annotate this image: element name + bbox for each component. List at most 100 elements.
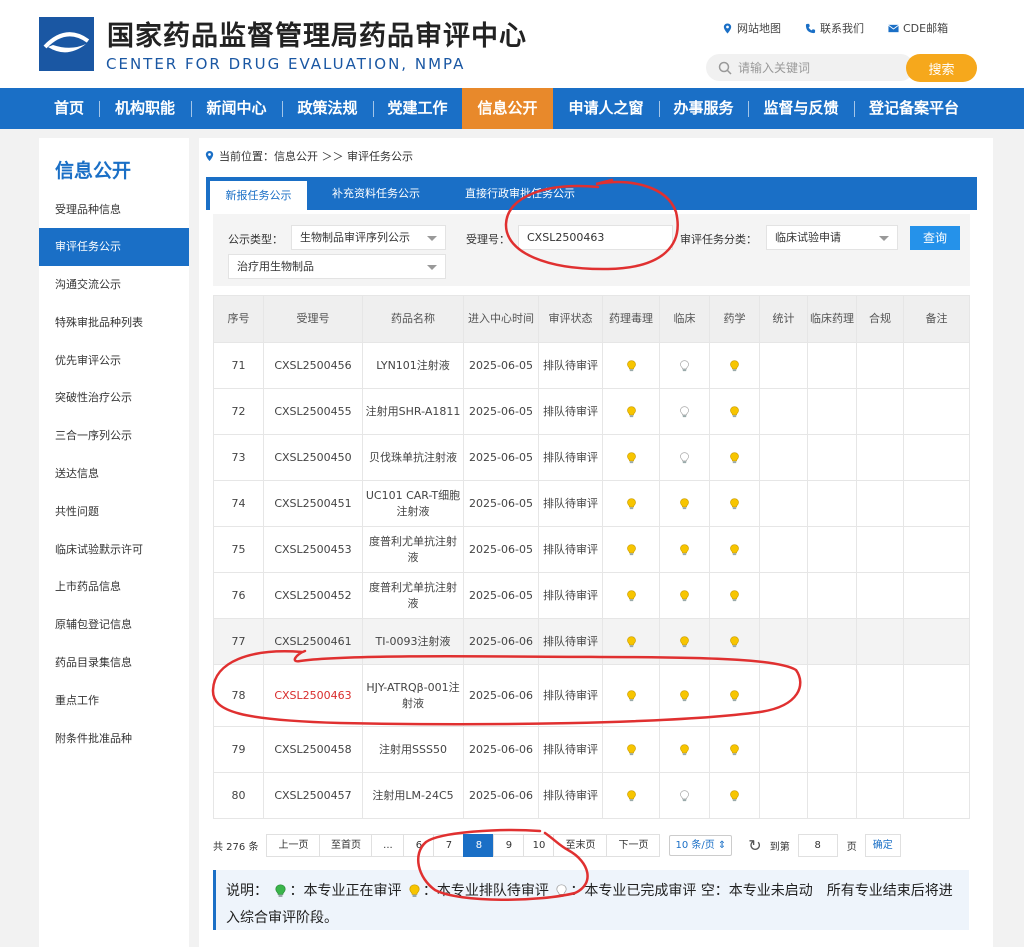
category-select[interactable]: 临床试验申请 [766, 225, 898, 250]
yellow-bulb-icon [626, 543, 636, 555]
sidebar-item-conditional-approval[interactable]: 附条件批准品种 [39, 720, 189, 758]
row-statistics [759, 388, 808, 435]
row-pharmacy [709, 572, 760, 619]
sidebar-item-delivery[interactable]: 送达信息 [39, 455, 189, 493]
row-clinical [659, 618, 710, 665]
nav-registration[interactable]: 登记备案平台 [854, 88, 974, 129]
contact-link[interactable]: 联系我们 [805, 20, 864, 36]
sidebar-item-marketed-drugs[interactable]: 上市药品信息 [39, 568, 189, 606]
cde-mail-link[interactable]: CDE邮箱 [888, 20, 948, 36]
row-pharmacy [709, 342, 760, 389]
row-compliance [856, 772, 904, 819]
page-8-button[interactable]: 8 [463, 834, 495, 857]
page-10-button[interactable]: 10 [523, 834, 555, 857]
sidebar-item-common-issues[interactable]: 共性问题 [39, 493, 189, 531]
table-row[interactable]: 72 CXSL2500455 注射用SHR-A1811 2025-06-05 排队待审评 [213, 388, 970, 435]
row-accept-no: CXSL2500456 [263, 342, 363, 389]
page-6-button[interactable]: 6 [403, 834, 435, 857]
search-icon [718, 61, 732, 75]
sidebar-item-implied-permission[interactable]: 临床试验默示许可 [39, 531, 189, 569]
breadcrumb: 当前位置：信息公开 ＞＞ 审评任务公示 [204, 148, 413, 164]
type-select[interactable]: 生物制品审评序列公示 [291, 225, 446, 250]
type-select-value: 生物制品审评序列公示 [300, 231, 410, 244]
table-row[interactable]: 79 CXSL2500458 注射用SSS50 2025-06-06 排队待审评 [213, 726, 970, 773]
sidebar-item-breakthrough[interactable]: 突破性治疗公示 [39, 379, 189, 417]
table-row[interactable]: 77 CXSL2500461 TI-0093注射液 2025-06-06 排队待审评 [213, 618, 970, 665]
page-9-button[interactable]: 9 [493, 834, 525, 857]
yellow-bulb-icon [730, 497, 739, 509]
nav-home[interactable]: 首页 [39, 88, 99, 129]
sidebar-item-special-approval[interactable]: 特殊审批品种列表 [39, 304, 189, 342]
nav-policy[interactable]: 政策法规 [282, 88, 373, 129]
sidebar: 信息公开 受理品种信息 审评任务公示 沟通交流公示 特殊审批品种列表 优先审评公… [39, 138, 189, 947]
first-page-button[interactable]: 至首页 [319, 834, 373, 857]
row-clinical [659, 434, 710, 481]
table-row[interactable]: 74 CXSL2500451 UC101 CAR-T细胞注射液 2025-06-05 排… [213, 480, 970, 527]
accept-no-input[interactable] [518, 225, 673, 250]
subtype-select[interactable]: 治疗用生物制品 [228, 254, 446, 279]
row-seq: 78 [213, 664, 264, 727]
page-7-button[interactable]: 7 [433, 834, 465, 857]
page-size-select[interactable]: 10 条/页 ⇕ [669, 835, 733, 856]
row-statistics [759, 480, 808, 527]
next-page-button[interactable]: 下一页 [606, 834, 661, 857]
row-remarks [903, 526, 970, 573]
search-button[interactable]: 搜索 [906, 54, 977, 82]
legend-box: 说明： ：本专业正在审评 ：本专业排队待审评 ：本专业已完成审评 空：本专业未启… [213, 870, 969, 930]
row-pharmacy [709, 664, 760, 727]
table-row[interactable]: 78 CXSL2500463 HJY-ATRQβ-001注射液 2025-06-06 排… [213, 664, 970, 727]
nav-applicant[interactable]: 申请人之窗 [553, 88, 659, 129]
table-row[interactable]: 80 CXSL2500457 注射用LM-24C5 2025-06-06 排队待审评 [213, 772, 970, 819]
cde-logo[interactable] [39, 17, 94, 71]
row-entry-time: 2025-06-06 [463, 772, 539, 819]
row-remarks [903, 434, 970, 481]
table-row[interactable]: 71 CXSL2500456 LYN101注射液 2025-06-05 排队待审评 [213, 342, 970, 389]
prev-page-button[interactable]: 上一页 [266, 834, 321, 857]
row-clinical [659, 664, 710, 727]
sidebar-item-communication[interactable]: 沟通交流公示 [39, 266, 189, 304]
nav-services[interactable]: 办事服务 [659, 88, 748, 129]
table-row[interactable]: 76 CXSL2500452 度普利尤单抗注射液 2025-06-05 排队待审评 [213, 572, 970, 619]
last-page-button[interactable]: 至末页 [553, 834, 608, 857]
row-clin-pharm [807, 526, 857, 573]
sidebar-item-drug-catalog[interactable]: 药品目录集信息 [39, 644, 189, 682]
category-label: 审评任务分类： [680, 233, 757, 246]
row-drug-name: 贝伐珠单抗注射液 [362, 434, 464, 481]
row-clin-pharm [807, 434, 857, 481]
query-button[interactable]: 查询 [910, 226, 960, 250]
sidebar-item-review-tasks[interactable]: 审评任务公示 [39, 228, 189, 266]
sidebar-item-three-in-one[interactable]: 三合一序列公示 [39, 417, 189, 455]
row-clinical [659, 480, 710, 527]
row-compliance [856, 342, 904, 389]
goto-page-input[interactable]: 8 [797, 834, 838, 857]
tab-supplement-tasks[interactable]: 补充资料任务公示 [316, 177, 436, 210]
nav-party[interactable]: 党建工作 [373, 88, 462, 129]
row-seq: 80 [213, 772, 264, 819]
refresh-icon[interactable]: ↻ [748, 836, 761, 855]
nav-news[interactable]: 新闻中心 [191, 88, 282, 129]
goto-confirm-button[interactable]: 确定 [864, 834, 901, 857]
row-accept-no: CXSL2500458 [263, 726, 363, 773]
row-pharm-tox [602, 572, 660, 619]
sidebar-item-key-work[interactable]: 重点工作 [39, 682, 189, 720]
sidebar-item-excipient-registration[interactable]: 原辅包登记信息 [39, 606, 189, 644]
nav-supervision[interactable]: 监督与反馈 [748, 88, 854, 129]
nav-info-disclosure[interactable]: 信息公开 [462, 88, 553, 129]
row-drug-name: 注射用SSS50 [362, 726, 464, 773]
row-clin-pharm [807, 388, 857, 435]
row-drug-name: 度普利尤单抗注射液 [362, 572, 464, 619]
tab-new-tasks[interactable]: 新报任务公示 [210, 181, 307, 210]
sidebar-item-accepted-varieties[interactable]: 受理品种信息 [39, 191, 189, 229]
yellow-bulb-icon [730, 359, 739, 371]
row-seq: 75 [213, 526, 264, 573]
search-input[interactable] [738, 60, 888, 75]
row-remarks [903, 480, 970, 527]
table-row[interactable]: 75 CXSL2500453 度普利尤单抗注射液 2025-06-05 排队待审评 [213, 526, 970, 573]
nav-institution[interactable]: 机构职能 [99, 88, 191, 129]
sidebar-item-priority-review[interactable]: 优先审评公示 [39, 342, 189, 380]
row-clinical [659, 526, 710, 573]
row-statistics [759, 772, 808, 819]
table-row[interactable]: 73 CXSL2500450 贝伐珠单抗注射液 2025-06-05 排队待审评 [213, 434, 970, 481]
sitemap-link[interactable]: 网站地图 [722, 20, 781, 36]
tab-direct-approval-tasks[interactable]: 直接行政审批任务公示 [446, 177, 594, 210]
